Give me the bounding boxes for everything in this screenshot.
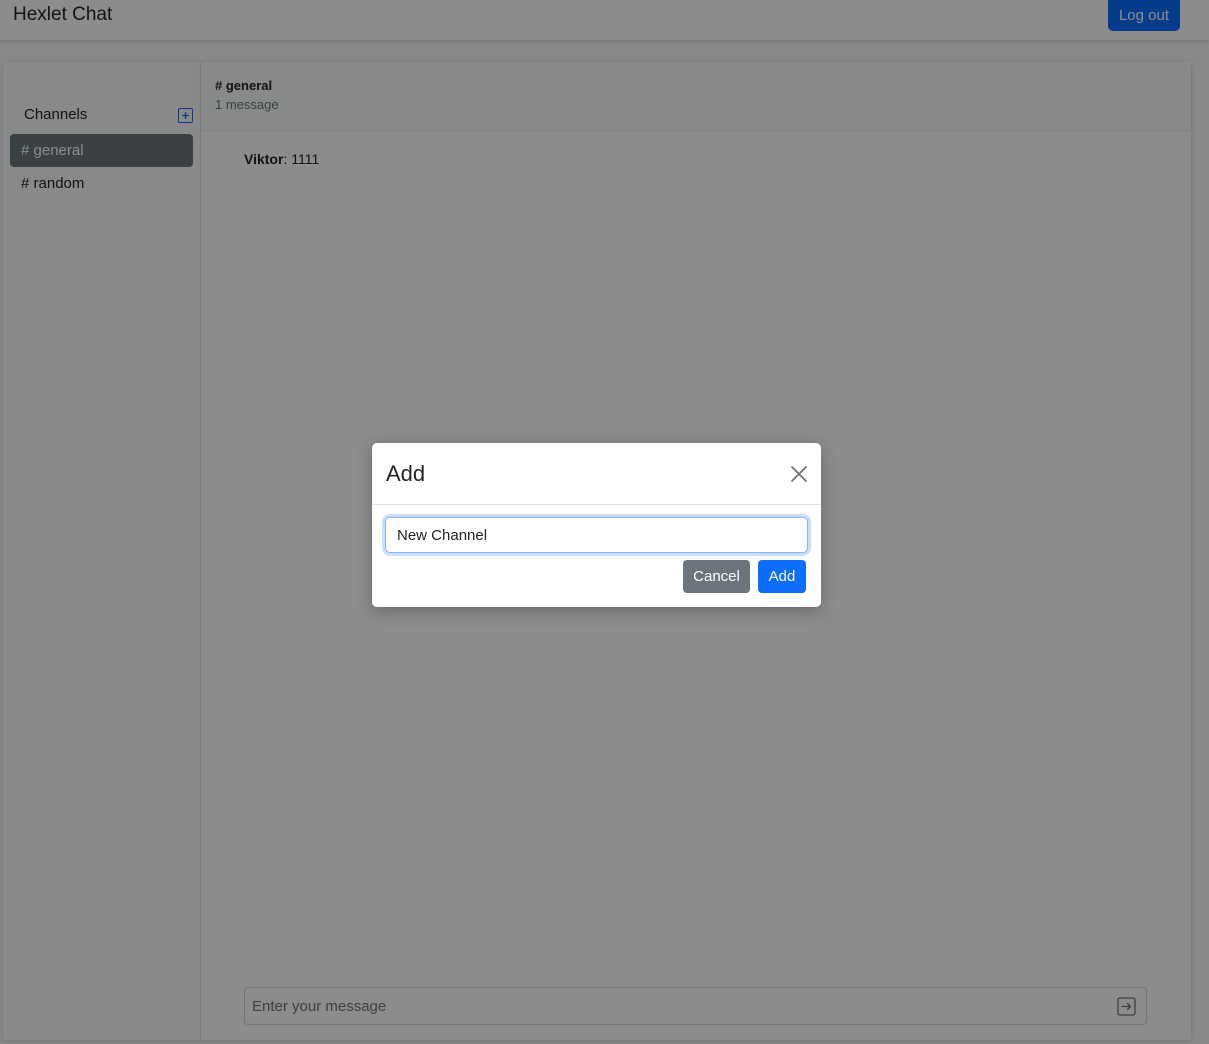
submit-add-button[interactable]: Add — [758, 560, 806, 593]
modal-close-button[interactable] — [788, 463, 810, 485]
modal-header: Add — [372, 443, 821, 505]
add-channel-modal: Add Cancel Add — [372, 443, 821, 607]
cancel-button[interactable]: Cancel — [683, 560, 750, 593]
modal-title: Add — [386, 461, 426, 486]
channel-name-input[interactable] — [385, 517, 808, 553]
app-root: Hexlet Chat Log out Channels # general #… — [0, 0, 1209, 1044]
close-icon — [791, 466, 807, 482]
